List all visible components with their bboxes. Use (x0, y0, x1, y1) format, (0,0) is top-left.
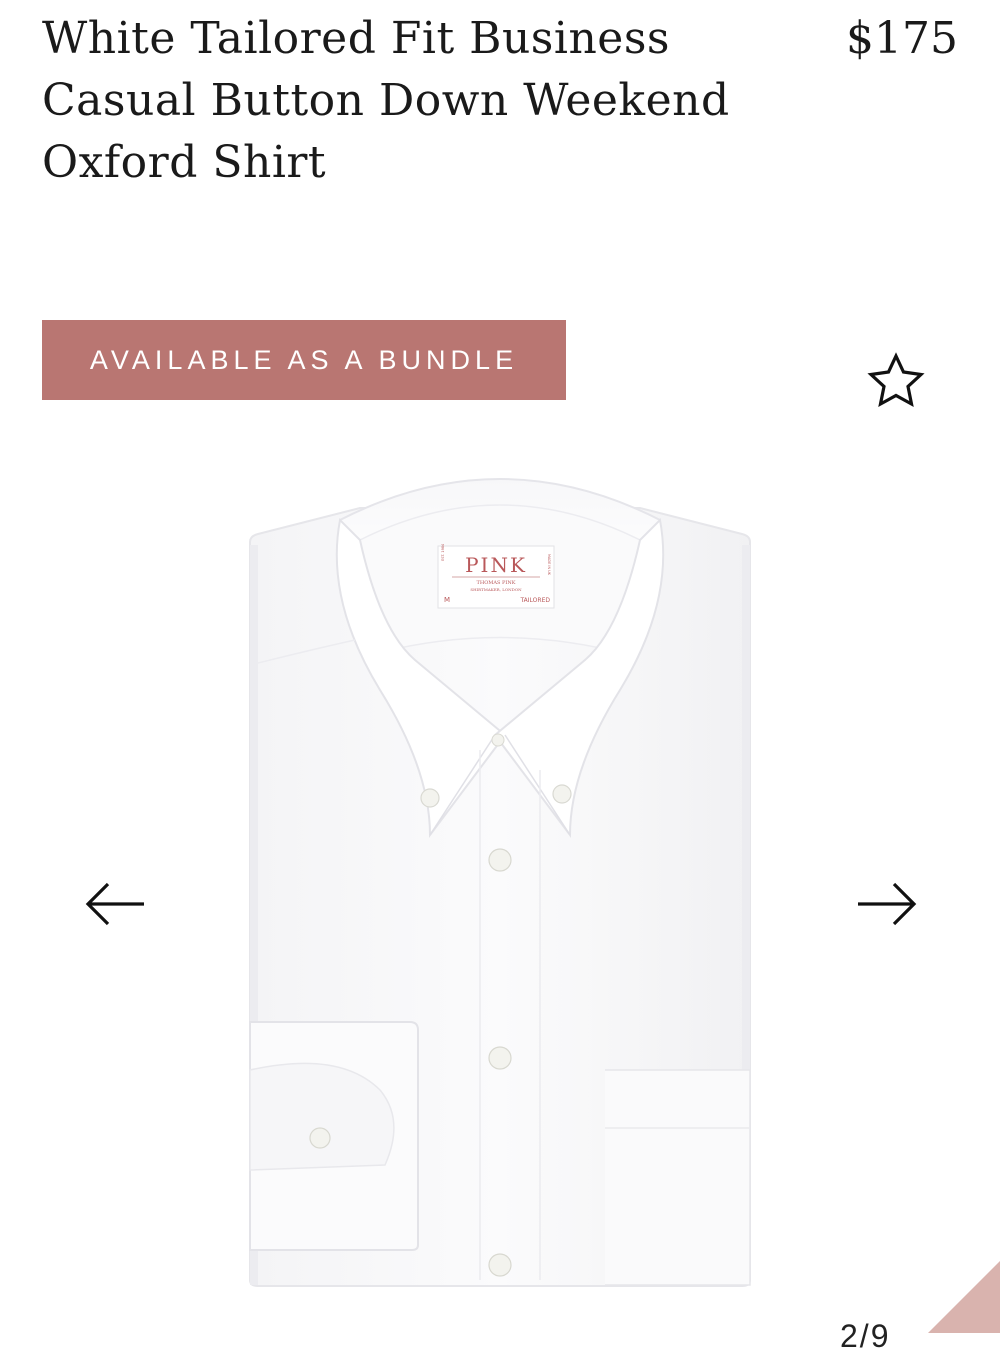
star-outline-icon (867, 352, 925, 408)
label-fit: TAILORED (519, 597, 550, 604)
label-maker-line2: SHIRTMAKER, LONDON (470, 587, 522, 592)
label-side-right: MADE IN UK (547, 554, 551, 576)
label-brand: PINK (465, 553, 527, 577)
arrow-right-icon (858, 882, 917, 926)
product-image[interactable]: PINK THOMAS PINK SHIRTMAKER, LONDON EST.… (230, 450, 770, 1300)
favorite-button[interactable] (860, 350, 932, 414)
slide-counter: 2/9 (840, 1318, 891, 1354)
bundle-badge-label: AVAILABLE AS A BUNDLE (89, 344, 519, 375)
label-side-left: EST. 1984 (441, 543, 445, 561)
bundle-badge[interactable]: AVAILABLE AS A BUNDLE (42, 320, 566, 400)
previous-image-button[interactable] (80, 872, 152, 936)
product-price: $175 (846, 13, 958, 64)
next-image-button[interactable] (850, 872, 922, 936)
label-maker-line1: THOMAS PINK (477, 580, 516, 586)
product-header: White Tailored Fit Business Casual Butto… (42, 8, 958, 198)
corner-decoration (928, 1261, 1000, 1333)
label-size: M (444, 596, 450, 604)
arrow-left-icon (85, 882, 144, 926)
folded-shirt-illustration: PINK THOMAS PINK SHIRTMAKER, LONDON EST.… (249, 478, 751, 1287)
product-title: White Tailored Fit Business Casual Butto… (42, 13, 730, 188)
shirt-label: PINK THOMAS PINK SHIRTMAKER, LONDON EST.… (437, 543, 555, 609)
